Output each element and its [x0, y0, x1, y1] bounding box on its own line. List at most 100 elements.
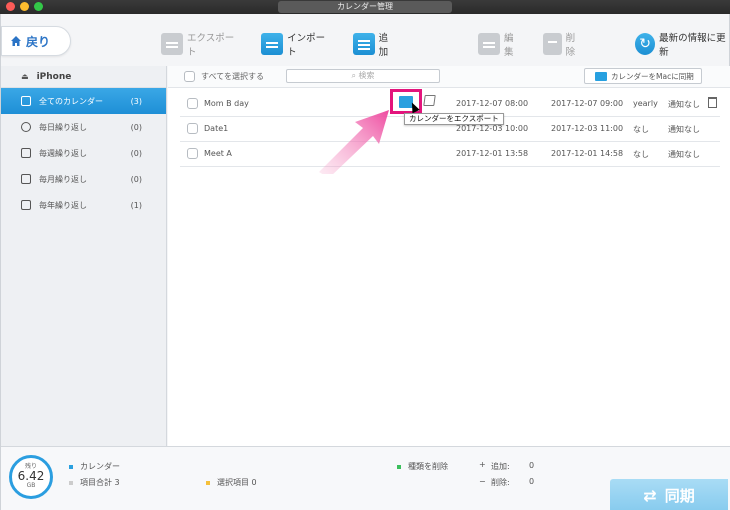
sidebar-item-count: (0)	[130, 148, 142, 158]
plus-icon: +	[479, 460, 486, 469]
trash-icon	[543, 33, 562, 55]
select-all[interactable]: すべてを選択する	[184, 71, 264, 82]
sidebar-item-label: 全てのカレンダー	[39, 96, 103, 106]
add-count-label: 追加:	[491, 462, 510, 471]
sidebar-item-weekly[interactable]: 毎週繰り返し (0)	[1, 140, 166, 166]
export-icon	[161, 33, 184, 55]
sidebar-item-yearly[interactable]: 毎年繰り返し (1)	[1, 192, 166, 218]
table-row[interactable]: Meet A 2017-12-01 13:58 2017-12-01 14:58…	[180, 142, 720, 167]
refresh-button[interactable]: ↻ 最新の情報に更新	[634, 30, 729, 58]
row-checkbox[interactable]	[187, 148, 198, 159]
delete-count-label: 削除:	[491, 478, 510, 487]
select-all-label: すべてを選択する	[201, 72, 264, 81]
device-header[interactable]: ⏏ iPhone	[1, 66, 166, 88]
row-checkbox[interactable]	[187, 98, 198, 109]
back-button[interactable]: 戻り	[1, 26, 71, 56]
total-items-label: 項目合計 3	[80, 478, 120, 487]
legend-swatch	[206, 480, 210, 485]
window-title: カレンダー管理	[278, 1, 452, 13]
event-end: 2017-12-01 14:58	[551, 149, 624, 158]
legend-total: 項目合計 3	[69, 477, 120, 488]
legend-swatch	[69, 480, 73, 485]
status-footer: 残り 6.42 GB カレンダー 項目合計 3 選択項目 0 種類を削除 + 追…	[1, 446, 730, 510]
event-end: 2017-12-03 11:00	[551, 124, 624, 133]
event-name: Date1	[204, 124, 229, 133]
event-repeat: なし	[633, 125, 649, 134]
export-tooltip: カレンダーをエクスポート	[404, 113, 504, 125]
toolbar: エクスポート インポート 追加 編集 削除 ↻ 最新の情報に更新	[161, 28, 729, 60]
sidebar-item-label: 毎週繰り返し	[39, 148, 87, 158]
legend-delete-type: 種類を削除	[397, 461, 448, 472]
sidebar-item-label: 毎年繰り返し	[39, 200, 87, 210]
search-input[interactable]: ⌕ 検索	[286, 69, 440, 83]
refresh-label: 最新の情報に更新	[659, 33, 726, 58]
pointer-arrow-icon	[319, 110, 389, 174]
row-edit-icon[interactable]	[423, 95, 436, 106]
sync-to-mac-label: カレンダーをMacに同期	[611, 71, 694, 81]
storage-remaining-value: 6.42	[17, 469, 45, 483]
sidebar-item-count: (1)	[130, 200, 142, 210]
sync-icon: ⇄	[643, 485, 657, 505]
app-window: 戻り エクスポート インポート 追加 編集 削除 ↻ 最新の情報に更新 ⏏ iP…	[0, 14, 730, 510]
calendar-year-icon	[21, 200, 31, 210]
calendar-week-icon	[21, 148, 31, 158]
select-all-checkbox[interactable]	[184, 71, 195, 82]
event-start: 2017-12-07 08:00	[456, 99, 529, 108]
sidebar-item-label: 毎月繰り返し	[39, 174, 87, 184]
event-name: Mom B day	[204, 99, 249, 108]
add-button[interactable]: 追加	[352, 30, 396, 58]
legend-calendar: カレンダー	[69, 461, 120, 472]
edit-icon	[478, 33, 500, 55]
event-repeat: yearly	[633, 99, 658, 108]
event-alert: 通知なし	[668, 150, 700, 159]
delete-label: 削除	[565, 33, 576, 58]
legend-calendar-label: カレンダー	[80, 462, 120, 471]
zoom-window-button[interactable]	[34, 2, 43, 11]
delete-type-label: 種類を削除	[408, 462, 448, 471]
event-alert: 通知なし	[668, 100, 700, 109]
search-icon: ⌕	[351, 71, 359, 80]
sync-button-label: 同期	[664, 486, 695, 505]
export-button[interactable]: エクスポート	[161, 30, 239, 58]
calendar-month-icon	[21, 174, 31, 184]
sidebar-item-all-calendars[interactable]: 全てのカレンダー (3)	[1, 88, 166, 114]
import-label: インポート	[287, 33, 326, 58]
sync-button[interactable]: ⇄ 同期	[610, 479, 728, 510]
back-button-label: 戻り	[26, 34, 51, 49]
delete-button[interactable]: 削除	[543, 30, 583, 58]
import-button[interactable]: インポート	[261, 30, 331, 58]
sidebar-item-count: (0)	[130, 174, 142, 184]
sidebar-item-daily[interactable]: 毎日繰り返し (0)	[1, 114, 166, 140]
legend-selected: 選択項目 0	[206, 477, 257, 488]
title-bar: カレンダー管理	[0, 0, 730, 14]
add-label: 追加	[378, 33, 389, 58]
sync-to-mac-button[interactable]: カレンダーをMacに同期	[584, 68, 702, 84]
legend-swatch	[69, 464, 73, 469]
row-trash-icon[interactable]	[708, 97, 717, 108]
event-start: 2017-12-01 13:58	[456, 149, 529, 158]
sidebar-item-count: (0)	[130, 122, 142, 132]
minus-icon: −	[479, 477, 486, 486]
sidebar-item-monthly[interactable]: 毎月繰り返し (0)	[1, 166, 166, 192]
event-repeat: なし	[633, 150, 649, 159]
calendar-icon	[21, 96, 31, 106]
delete-count-value: 0	[529, 477, 535, 486]
list-toolbar: すべてを選択する ⌕ 検索 カレンダーをMacに同期	[168, 66, 730, 88]
home-icon	[11, 36, 21, 46]
event-name: Meet A	[204, 149, 232, 158]
storage-gauge: 残り 6.42 GB	[9, 455, 53, 499]
edit-button[interactable]: 編集	[478, 30, 521, 58]
legend-swatch	[397, 464, 401, 469]
close-window-button[interactable]	[6, 2, 15, 11]
event-end: 2017-12-07 09:00	[551, 99, 624, 108]
sidebar: ⏏ iPhone 全てのカレンダー (3) 毎日繰り返し (0) 毎週繰り返し …	[1, 66, 167, 446]
refresh-icon: ↻	[634, 33, 656, 55]
edit-label: 編集	[503, 33, 514, 58]
selected-items-label: 選択項目 0	[217, 478, 257, 487]
import-icon	[261, 33, 284, 55]
clock-icon	[21, 122, 31, 132]
row-checkbox[interactable]	[187, 123, 198, 134]
device-name: iPhone	[36, 71, 72, 82]
minimize-window-button[interactable]	[20, 2, 29, 11]
search-placeholder: 検索	[358, 71, 375, 80]
